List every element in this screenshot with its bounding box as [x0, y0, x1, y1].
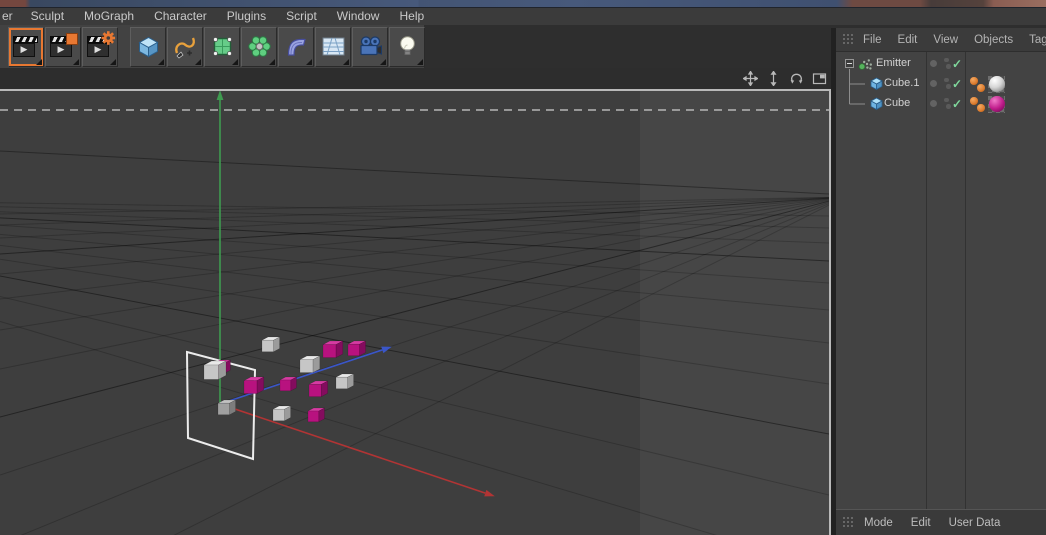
om-menu-tags[interactable]: Tags — [1021, 28, 1046, 52]
phong-tag[interactable] — [970, 77, 978, 85]
om-menu-file[interactable]: File — [855, 28, 890, 52]
enable-checkmark[interactable]: ✓ — [952, 58, 962, 70]
render-visibility-dot-bottom[interactable] — [946, 64, 951, 69]
cube-primitive-icon — [137, 36, 159, 58]
viewport-canvas[interactable] — [0, 91, 829, 535]
menu-plugins[interactable]: Plugins — [217, 8, 276, 25]
panel-grip-handle[interactable] — [842, 33, 855, 46]
phong-tag[interactable] — [977, 84, 985, 92]
menu-render-truncated[interactable]: er — [2, 8, 21, 25]
menu-script[interactable]: Script — [276, 8, 327, 25]
render-to-picture-viewer-button[interactable]: ▶ — [45, 26, 81, 67]
camera-icon — [359, 36, 382, 56]
attribute-manager-bar: Mode Edit User Data — [836, 509, 1046, 535]
render-tools-group: ▶ ▶ ▶ — [8, 26, 119, 67]
window-edge-strip — [0, 0, 1046, 8]
render-visibility-dot-top[interactable] — [944, 57, 949, 62]
cube-icon — [870, 97, 883, 111]
render-visibility-dot-top[interactable] — [944, 97, 949, 102]
render-visibility-dot-bottom[interactable] — [946, 104, 951, 109]
object-row-cube1[interactable]: Cube.1 ✓ — [836, 74, 1046, 94]
main-menubar: er Sculpt MoGraph Character Plugins Scri… — [0, 8, 1046, 25]
subdivision-surface-icon — [212, 37, 232, 56]
phong-tag[interactable] — [977, 104, 985, 112]
am-menu-edit[interactable]: Edit — [902, 510, 940, 535]
subdivision-surface-button[interactable] — [204, 26, 240, 67]
spline-pen-button[interactable] — [167, 26, 203, 67]
editor-visibility-dot[interactable] — [930, 60, 937, 67]
collapse-toggle[interactable] — [845, 59, 854, 68]
viewport[interactable] — [0, 89, 831, 535]
render-picture-viewer-icon: ▶ — [50, 32, 78, 58]
cube-icon — [870, 77, 883, 91]
column-divider — [926, 52, 927, 509]
array-button[interactable] — [241, 26, 277, 67]
light-icon — [399, 36, 415, 55]
material-tag-magenta[interactable] — [988, 95, 1005, 113]
enable-checkmark[interactable]: ✓ — [952, 98, 962, 110]
floor-icon — [322, 37, 344, 56]
spline-pen-icon — [174, 37, 195, 59]
render-visibility-dot-top[interactable] — [944, 77, 949, 82]
om-menu-objects[interactable]: Objects — [966, 28, 1021, 52]
object-label[interactable]: Cube.1 — [884, 77, 919, 89]
object-label[interactable]: Emitter — [876, 57, 911, 69]
array-icon — [247, 36, 271, 57]
menu-mograph[interactable]: MoGraph — [74, 8, 144, 25]
light-button[interactable] — [389, 26, 425, 67]
object-tools-group — [130, 26, 426, 67]
object-manager-menubar: File Edit View Objects Tags — [836, 28, 1046, 52]
om-menu-edit[interactable]: Edit — [890, 28, 926, 52]
bend-deformer-button[interactable] — [278, 26, 314, 67]
object-row-emitter[interactable]: Emitter ✓ — [836, 54, 1046, 74]
object-list[interactable]: Emitter ✓ Cube.1 ✓ Cube ✓ — [836, 52, 1046, 509]
floor-button[interactable] — [315, 26, 351, 67]
render-settings-icon: ▶ — [87, 30, 116, 58]
object-manager: File Edit View Objects Tags Emitt — [836, 28, 1046, 535]
render-view-button[interactable]: ▶ — [8, 26, 44, 67]
material-tag-white[interactable] — [988, 75, 1005, 93]
camera-button[interactable] — [352, 26, 388, 67]
om-menu-view[interactable]: View — [925, 28, 966, 52]
viewport-pan-icon[interactable] — [741, 71, 759, 87]
viewport-dolly-icon[interactable] — [764, 71, 782, 87]
viewport-titlebar — [0, 68, 831, 89]
object-row-cube[interactable]: Cube ✓ — [836, 94, 1046, 114]
add-cube-button[interactable] — [130, 26, 166, 67]
panel-grip-handle[interactable] — [842, 516, 855, 529]
editor-visibility-dot[interactable] — [930, 80, 937, 87]
emitter-icon — [858, 59, 872, 70]
menu-sculpt[interactable]: Sculpt — [21, 8, 74, 25]
render-visibility-dot-bottom[interactable] — [946, 84, 951, 89]
cinema4d-window: er Sculpt MoGraph Character Plugins Scri… — [0, 0, 1046, 535]
editor-visibility-dot[interactable] — [930, 100, 937, 107]
menu-window[interactable]: Window — [327, 8, 390, 25]
viewport-orbit-icon[interactable] — [787, 71, 805, 87]
viewport-toggle-layout-icon[interactable] — [810, 71, 828, 87]
toolbar: ▶ ▶ ▶ — [0, 25, 426, 68]
menu-character[interactable]: Character — [144, 8, 217, 25]
am-menu-user-data[interactable]: User Data — [940, 510, 1010, 535]
enable-checkmark[interactable]: ✓ — [952, 78, 962, 90]
edit-render-settings-button[interactable]: ▶ — [82, 26, 118, 67]
column-divider — [965, 52, 966, 509]
menu-help[interactable]: Help — [389, 8, 434, 25]
phong-tag[interactable] — [970, 97, 978, 105]
render-view-icon: ▶ — [13, 35, 39, 58]
object-label[interactable]: Cube — [884, 97, 910, 109]
bend-deformer-icon — [287, 38, 306, 56]
am-menu-mode[interactable]: Mode — [855, 510, 902, 535]
